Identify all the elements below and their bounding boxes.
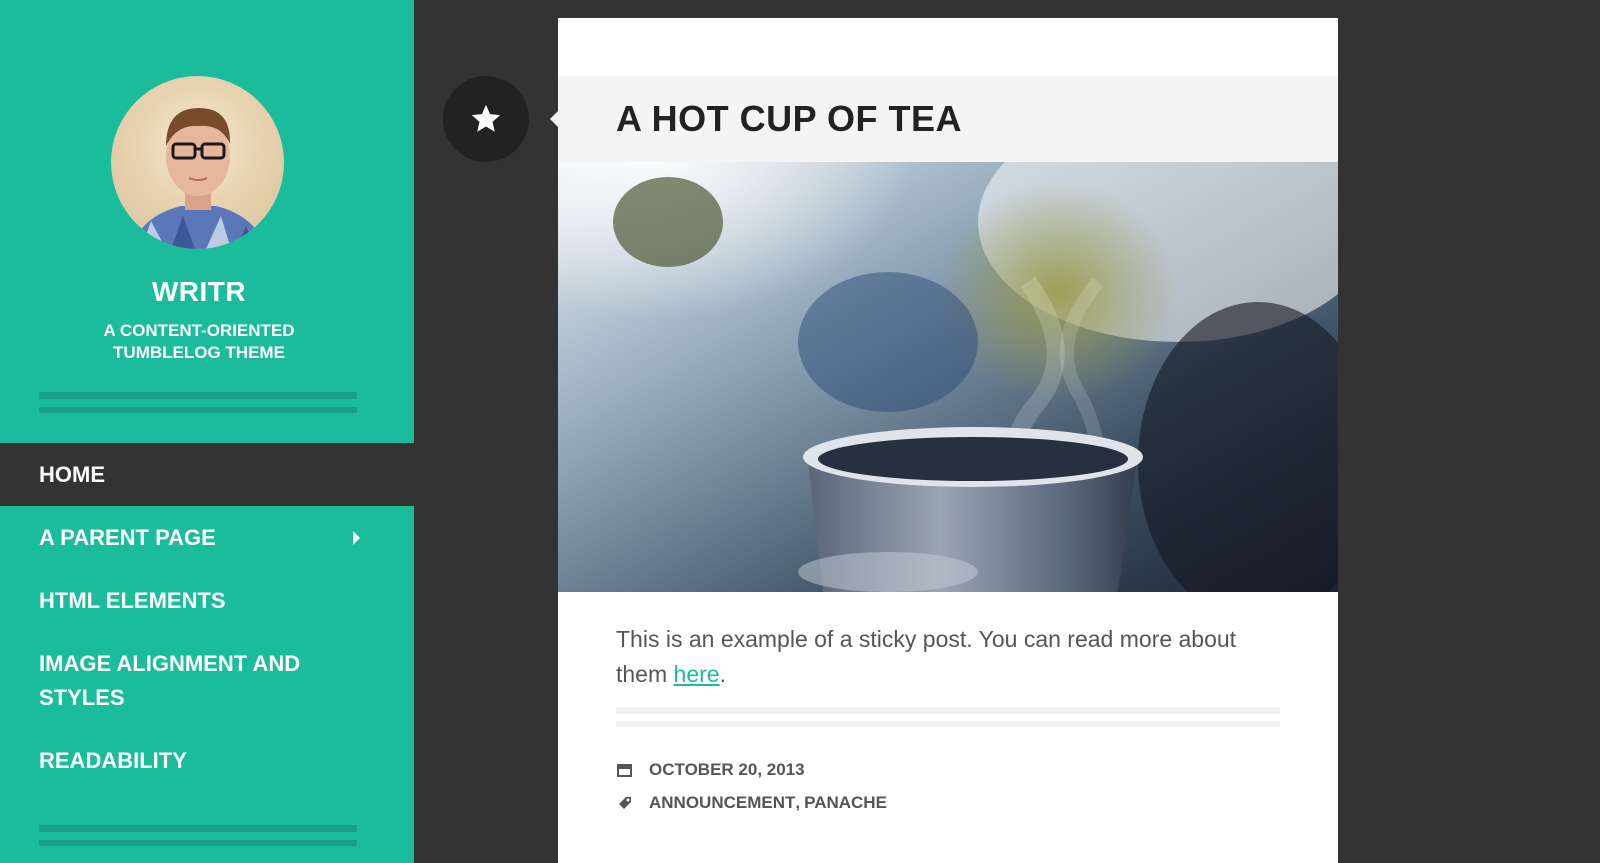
chevron-right-icon[interactable]	[353, 531, 360, 545]
post-date[interactable]: OCTOBER 20, 2013	[649, 760, 805, 780]
nav-item-a-parent-page[interactable]: A PARENT PAGE	[0, 521, 414, 555]
tag-icon	[619, 797, 631, 809]
sidebar-divider-bottom-2	[39, 840, 357, 846]
post-divider	[616, 707, 1280, 714]
category-link-panache[interactable]: PANACHE	[804, 793, 887, 813]
avatar[interactable]	[111, 76, 284, 249]
site-description: A CONTENT-ORIENTED TUMBLELOG THEME	[103, 321, 295, 362]
post-title[interactable]: A HOT CUP OF TEA	[616, 76, 962, 162]
star-icon	[471, 104, 501, 132]
calendar-icon	[617, 764, 632, 777]
sidebar: WRITR A CONTENT-ORIENTED TUMBLELOG THEME…	[0, 0, 414, 863]
sidebar-divider-top	[39, 392, 357, 399]
post-featured-image[interactable]	[558, 162, 1338, 592]
badge-pointer	[550, 111, 558, 127]
site-title[interactable]: WRITR	[0, 276, 398, 308]
sidebar-divider-top-2	[39, 407, 357, 413]
nav-item-label: A PARENT PAGE	[39, 525, 216, 550]
post-header: A HOT CUP OF TEA	[558, 76, 1338, 162]
post-divider-2	[616, 721, 1280, 727]
tea-cup-image	[558, 162, 1338, 592]
nav-item-html-elements[interactable]: HTML ELEMENTS	[0, 584, 414, 618]
sticky-post-badge	[443, 76, 529, 162]
sticky-post: A HOT CUP OF TEA This is an example of a…	[558, 18, 1338, 863]
post-date-row: OCTOBER 20, 2013	[616, 759, 805, 781]
post-excerpt-end: .	[719, 661, 726, 687]
nav-item-readability[interactable]: READABILITY	[0, 744, 414, 778]
read-more-link[interactable]: here	[674, 661, 720, 687]
category-separator: ,	[795, 793, 801, 812]
nav-item-image-alignment[interactable]: IMAGE ALIGNMENT AND STYLES	[0, 647, 378, 715]
avatar-photo	[131, 108, 266, 249]
category-link-announcement[interactable]: ANNOUNCEMENT	[649, 793, 795, 813]
nav-item-home[interactable]: HOME	[0, 443, 414, 506]
sidebar-divider-bottom	[39, 825, 357, 832]
post-excerpt: This is an example of a sticky post. You…	[616, 622, 1256, 692]
post-categories-row: ANNOUNCEMENT, PANACHE	[616, 792, 887, 814]
